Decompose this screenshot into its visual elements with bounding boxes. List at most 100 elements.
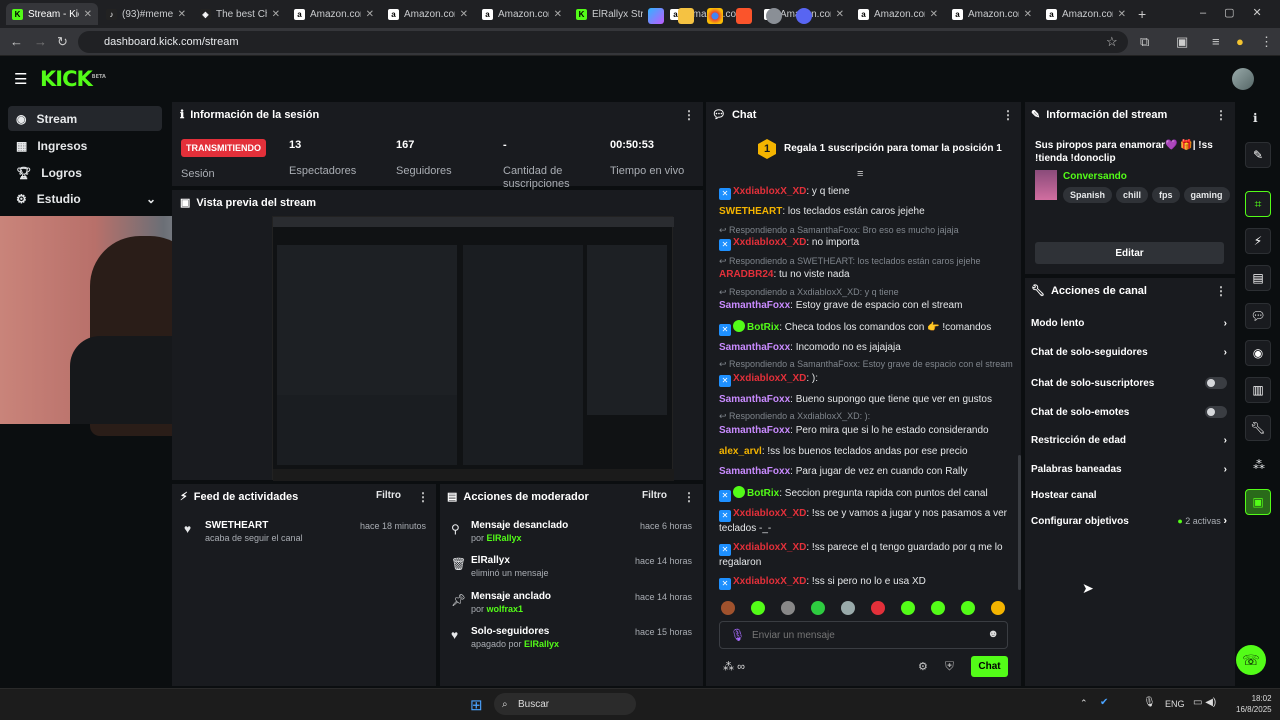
- chat-message[interactable]: ✕ XxdiabloxX_XD: no importa: [719, 236, 1009, 251]
- tag[interactable]: Spanish: [1063, 187, 1113, 203]
- emote-icon[interactable]: [811, 601, 825, 615]
- session-menu-icon[interactable]: ⋮: [683, 108, 695, 122]
- emoji-icon[interactable]: ☻: [987, 628, 999, 640]
- qr-rail-icon[interactable]: ⌗: [1245, 191, 1271, 217]
- emote-icon[interactable]: [931, 601, 945, 615]
- obs-icon[interactable]: [766, 8, 782, 24]
- channel-actions-menu-icon[interactable]: ⋮: [1215, 284, 1227, 298]
- tab-close-icon[interactable]: ✕: [836, 9, 844, 20]
- chat-username[interactable]: SamanthaFoxx: [719, 466, 790, 477]
- chat-message[interactable]: SamanthaFoxx: Estoy grave de espacio con…: [719, 299, 1009, 313]
- chat-message[interactable]: SamanthaFoxx: Para jugar de vez en cuand…: [719, 465, 1009, 479]
- chat-username[interactable]: XxdiabloxX_XD: [733, 373, 806, 384]
- broadcast-rail-icon[interactable]: ◉: [1245, 340, 1271, 366]
- chat-username[interactable]: XxdiabloxX_XD: [733, 237, 806, 248]
- file-explorer-icon[interactable]: [678, 8, 694, 24]
- chat-username[interactable]: ARADBR24: [719, 269, 773, 280]
- chat-username[interactable]: XxdiabloxX_XD: [733, 508, 806, 519]
- browser-tab[interactable]: a Amazon.com ✕: [476, 3, 568, 25]
- chat-message[interactable]: ✕ BotRix: Checa todos los comandos con 👉 …: [719, 320, 1009, 336]
- send-chat-button[interactable]: Chat: [971, 656, 1008, 677]
- tag[interactable]: chill: [1116, 187, 1149, 203]
- browser-tab[interactable]: a Amazon.com ✕: [288, 3, 380, 25]
- browser-tab[interactable]: a Amazon.com ✕: [946, 3, 1038, 25]
- mic-icon[interactable]: 🎙︎: [730, 628, 745, 642]
- menu-icon[interactable]: ⋮: [1260, 34, 1273, 50]
- emote-icon[interactable]: [781, 601, 795, 615]
- chat-rail-icon[interactable]: 💬︎: [1245, 303, 1271, 329]
- mic-tray-icon[interactable]: 🎙︎: [1143, 697, 1156, 708]
- tab-close-icon[interactable]: ✕: [272, 9, 280, 20]
- chat-message[interactable]: ✕ XxdiabloxX_XD: ):: [719, 372, 1009, 387]
- edit-stream-button[interactable]: Editar: [1035, 242, 1224, 264]
- action-slow-mode[interactable]: Modo lento ›: [1031, 318, 1227, 329]
- mod-menu-icon[interactable]: ⋮: [683, 490, 695, 504]
- emote-icon[interactable]: [721, 601, 735, 615]
- media-icon[interactable]: ▣: [1176, 34, 1188, 50]
- browser-tab[interactable]: a Amazon.com ✕: [382, 3, 474, 25]
- action-host-channel[interactable]: Hostear canal: [1031, 490, 1227, 501]
- sidebar-item-estudio[interactable]: ⚙ Estudio ⌄: [8, 186, 162, 211]
- emote-icon[interactable]: [751, 601, 765, 615]
- edit-rail-icon[interactable]: ✎: [1245, 142, 1271, 168]
- toggle-emotes-only[interactable]: [1205, 406, 1227, 418]
- list-rail-icon[interactable]: ▤: [1245, 265, 1271, 291]
- chat-username[interactable]: XxdiabloxX_XD: [733, 542, 806, 553]
- action-age-restriction[interactable]: Restricción de edad ›: [1031, 435, 1227, 446]
- tab-close-icon[interactable]: ✕: [178, 9, 186, 20]
- browser-tab[interactable]: K Stream - Kick ✕: [6, 3, 98, 25]
- pin-collapse-icon[interactable]: ≡: [857, 168, 863, 180]
- support-chat-button[interactable]: ☏: [1236, 645, 1266, 675]
- taskbar-search[interactable]: ⌕ Buscar: [494, 693, 636, 715]
- chat-message[interactable]: ✕ XxdiabloxX_XD: !ss oe y vamos a jugar y…: [719, 507, 1009, 536]
- studio-rail-icon[interactable]: ▣: [1245, 489, 1271, 515]
- tab-close-icon[interactable]: ✕: [1118, 9, 1126, 20]
- hamburger-menu-icon[interactable]: ☰: [14, 70, 27, 88]
- chat-message[interactable]: alex_arvl: !ss los buenos teclados andas…: [719, 445, 1009, 459]
- chat-username[interactable]: BotRix: [747, 322, 779, 333]
- emote-icon[interactable]: [991, 601, 1005, 615]
- feed-menu-icon[interactable]: ⋮: [417, 490, 429, 504]
- chat-message[interactable]: SamanthaFoxx: Incomodo no es jajajaja: [719, 341, 1009, 355]
- action-configure-goals[interactable]: Configurar objetivos ● 2 activas ›: [1031, 515, 1227, 527]
- feed-filter-button[interactable]: Filtro: [376, 490, 401, 501]
- chat-scrollbar[interactable]: [1018, 455, 1021, 590]
- tab-close-icon[interactable]: ✕: [460, 9, 468, 20]
- chat-username[interactable]: SamanthaFoxx: [719, 342, 790, 353]
- tab-close-icon[interactable]: ✕: [1024, 9, 1032, 20]
- info-rail-icon[interactable]: ℹ: [1253, 111, 1258, 125]
- chrome-icon[interactable]: [707, 8, 723, 24]
- user-avatar[interactable]: [1232, 68, 1254, 90]
- reading-list-icon[interactable]: ≡: [1212, 34, 1220, 49]
- tray-chevron-icon[interactable]: ⌃: [1080, 698, 1088, 709]
- reload-icon[interactable]: ↻: [57, 34, 68, 50]
- bookmark-star-icon[interactable]: ☆: [1106, 34, 1118, 50]
- chat-message[interactable]: ✕ XxdiabloxX_XD: !ss parece el q tengo gu…: [719, 541, 1009, 570]
- tab-close-icon[interactable]: ✕: [930, 9, 938, 20]
- chat-username[interactable]: SWETHEART: [719, 206, 782, 217]
- chat-message[interactable]: SamanthaFoxx: Bueno supongo que tiene qu…: [719, 393, 1009, 407]
- chat-username[interactable]: SamanthaFoxx: [719, 300, 790, 311]
- profile-icon[interactable]: ●: [1236, 34, 1244, 49]
- language-indicator[interactable]: ENG: [1165, 699, 1185, 709]
- kick-logo[interactable]: KICKBETA: [40, 67, 106, 91]
- chat-username[interactable]: XxdiabloxX_XD: [733, 576, 806, 587]
- chat-username[interactable]: alex_arvl: [719, 446, 762, 457]
- discord-icon[interactable]: [796, 8, 812, 24]
- stream-info-menu-icon[interactable]: ⋮: [1215, 108, 1227, 122]
- chat-input[interactable]: [752, 627, 982, 643]
- tab-close-icon[interactable]: ✕: [84, 9, 92, 20]
- chat-message[interactable]: ARADBR24: tu no viste nada: [719, 268, 1009, 282]
- tag[interactable]: gaming: [1183, 187, 1230, 203]
- chat-username[interactable]: BotRix: [747, 488, 779, 499]
- chat-menu-icon[interactable]: ⋮: [1002, 108, 1014, 122]
- emote-icon[interactable]: [901, 601, 915, 615]
- settings-gear-icon[interactable]: ⚙: [918, 660, 928, 673]
- emote-icon[interactable]: [841, 601, 855, 615]
- toggle-subscribers-only[interactable]: [1205, 377, 1227, 389]
- layout-rail-icon[interactable]: ▥: [1245, 377, 1271, 403]
- tab-close-icon[interactable]: ✕: [366, 9, 374, 20]
- chat-username[interactable]: SamanthaFoxx: [719, 394, 790, 405]
- browser-tab[interactable]: a Amazon.com ✕: [1040, 3, 1132, 25]
- chat-username[interactable]: XxdiabloxX_XD: [733, 186, 806, 197]
